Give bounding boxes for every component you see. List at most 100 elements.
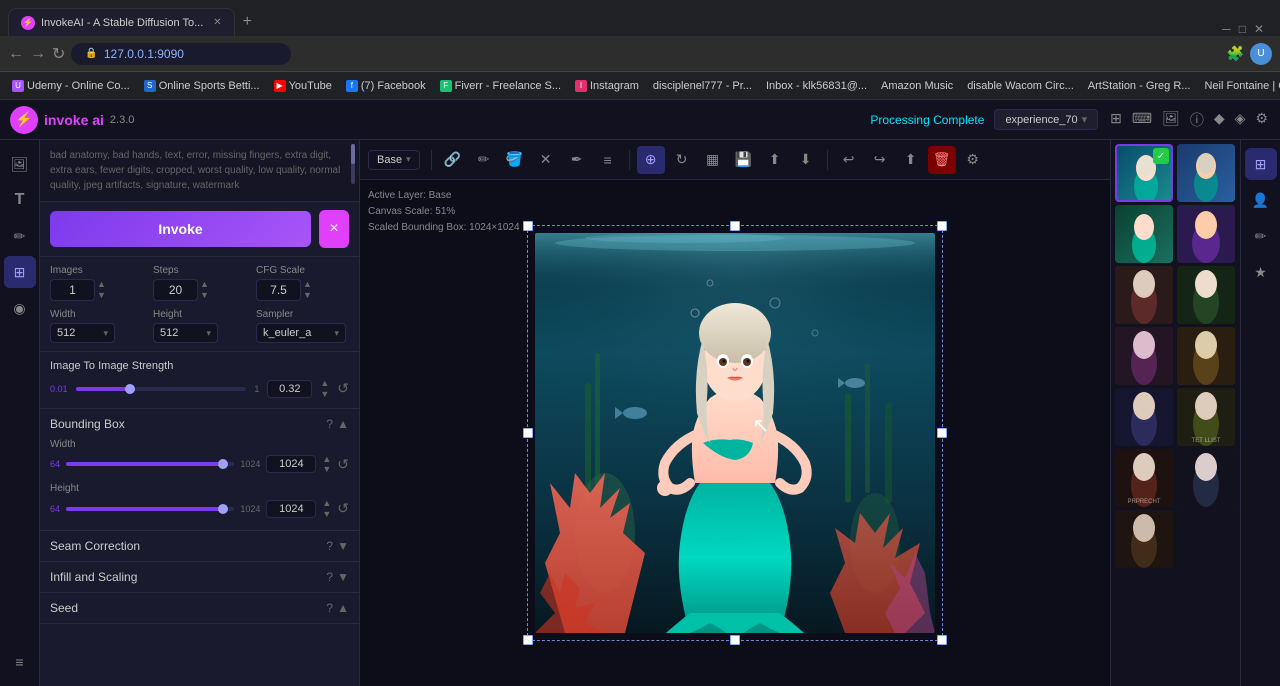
bookmark-inbox[interactable]: Inbox - klk56831@...: [760, 78, 873, 94]
bookmark-amazon[interactable]: Amazon Music: [875, 78, 959, 94]
toolbar-download-button[interactable]: ⬇: [792, 146, 820, 174]
cfg-input[interactable]: [256, 279, 301, 301]
header-monitor-icon[interactable]: ⊞: [1108, 108, 1124, 132]
seed-header[interactable]: Seed ? ▲: [40, 593, 359, 623]
active-tab[interactable]: ⚡ InvokeAI - A Stable Diffusion To... ✕: [8, 8, 235, 36]
bookmark-youtube[interactable]: ▶ YouTube: [268, 78, 338, 94]
gallery-thumb-11[interactable]: PRPRECHT: [1115, 449, 1173, 507]
seam-correction-header[interactable]: Seam Correction ? ▼: [40, 531, 359, 561]
bookmark-neil[interactable]: Neil Fontaine | CGS...: [1198, 78, 1280, 94]
infill-scaling-help-icon[interactable]: ?: [326, 570, 333, 584]
toolbar-pen-button[interactable]: ✒: [563, 146, 591, 174]
gallery-thumb-8[interactable]: [1177, 327, 1235, 385]
toolbar-layers-button[interactable]: ▦: [699, 146, 727, 174]
handle-bc[interactable]: [730, 635, 740, 645]
handle-br[interactable]: [937, 635, 947, 645]
toolbar-transform-button[interactable]: ⊕: [637, 146, 665, 174]
toolbar-undo-button[interactable]: ↩: [835, 146, 863, 174]
right-sidebar-gallery-btn[interactable]: ⊞: [1245, 148, 1277, 180]
sidebar-brush-btn[interactable]: ✏: [4, 220, 36, 252]
img2img-slider[interactable]: [76, 387, 247, 391]
gallery-thumb-2[interactable]: [1177, 144, 1235, 202]
right-sidebar-edit-btn[interactable]: ✏: [1245, 220, 1277, 252]
sidebar-image-btn[interactable]: 🖼: [4, 148, 36, 180]
minimize-button[interactable]: ─: [1222, 22, 1231, 36]
cancel-button[interactable]: ×: [319, 210, 349, 248]
img2img-stepper[interactable]: ▲ ▼: [320, 378, 329, 400]
gallery-thumb-12[interactable]: [1177, 449, 1235, 507]
bookmark-udemy[interactable]: U Udemy - Online Co...: [6, 78, 136, 94]
bookmark-facebook[interactable]: f (7) Facebook: [340, 78, 432, 94]
seed-collapse-icon[interactable]: ▲: [337, 601, 349, 615]
bookmark-artstation[interactable]: ArtStation - Greg R...: [1082, 78, 1197, 94]
canvas-viewport[interactable]: Active Layer: Base Canvas Scale: 51% Sca…: [360, 180, 1110, 686]
handle-ml[interactable]: [523, 428, 533, 438]
img2img-value-input[interactable]: [267, 380, 312, 398]
handle-bl[interactable]: [523, 635, 533, 645]
sidebar-node-btn[interactable]: ◉: [4, 292, 36, 324]
gallery-thumb-3[interactable]: [1115, 205, 1173, 263]
gallery-thumb-10[interactable]: TET LLIST: [1177, 388, 1235, 446]
nav-refresh-button[interactable]: ↻: [52, 44, 65, 64]
sidebar-text-btn[interactable]: T: [4, 184, 36, 216]
bb-height-input[interactable]: [266, 500, 316, 518]
bb-height-slider[interactable]: [66, 507, 234, 511]
infill-scaling-header[interactable]: Infill and Scaling ? ▼: [40, 562, 359, 592]
toolbar-copy-button[interactable]: ⬆: [761, 146, 789, 174]
toolbar-redo-button[interactable]: ↪: [866, 146, 894, 174]
bookmark-sports[interactable]: S Online Sports Betti...: [138, 78, 266, 94]
bookmark-instagram[interactable]: I Instagram: [569, 78, 645, 94]
toolbar-rotate-button[interactable]: ↻: [668, 146, 696, 174]
experience-dropdown[interactable]: experience_70 ▾: [994, 109, 1098, 130]
address-bar[interactable]: 🔒 127.0.0.1:9090: [71, 43, 291, 65]
images-input[interactable]: [50, 279, 95, 301]
header-info-icon[interactable]: ⓘ: [1188, 108, 1206, 132]
bb-width-input[interactable]: [266, 455, 316, 473]
sampler-select[interactable]: k_euler_a ▾: [256, 323, 346, 343]
header-settings-icon[interactable]: ⚙: [1253, 108, 1270, 132]
seam-correction-collapse-icon[interactable]: ▼: [337, 539, 349, 553]
steps-stepper[interactable]: ▲ ▼: [200, 279, 209, 301]
gallery-thumb-5[interactable]: [1115, 266, 1173, 324]
seed-help-icon[interactable]: ?: [326, 601, 333, 615]
gallery-thumb-7[interactable]: [1115, 327, 1173, 385]
bookmark-fiverr[interactable]: F Fiverr - Freelance S...: [434, 78, 567, 94]
handle-tc[interactable]: [730, 221, 740, 231]
header-discord-icon[interactable]: ◈: [1233, 108, 1248, 132]
extensions-icon[interactable]: 🧩: [1225, 43, 1246, 65]
toolbar-eraser-button[interactable]: ✕: [532, 146, 560, 174]
right-sidebar-person-btn[interactable]: 👤: [1245, 184, 1277, 216]
layer-select[interactable]: Base ▾: [368, 150, 420, 170]
toolbar-options-button[interactable]: ⚙: [959, 146, 987, 174]
toolbar-link-button[interactable]: 🔗: [439, 146, 467, 174]
bb-width-slider[interactable]: [66, 462, 234, 466]
close-window-button[interactable]: ✕: [1254, 22, 1264, 36]
header-github-icon[interactable]: ◆: [1212, 108, 1227, 132]
bookmark-disciple[interactable]: disciplenel777 - Pr...: [647, 78, 758, 94]
toolbar-fill-button[interactable]: 🪣: [501, 146, 529, 174]
bb-height-reset-button[interactable]: ↺: [337, 500, 349, 517]
seam-correction-help-icon[interactable]: ?: [326, 539, 333, 553]
gallery-thumb-4[interactable]: [1177, 205, 1235, 263]
bb-height-stepper[interactable]: ▲ ▼: [322, 498, 331, 520]
bounding-box-collapse-icon[interactable]: ▲: [337, 417, 349, 431]
invoke-button[interactable]: Invoke: [50, 211, 311, 247]
toolbar-save-button[interactable]: 💾: [730, 146, 758, 174]
images-stepper[interactable]: ▲ ▼: [97, 279, 106, 301]
gallery-thumb-9[interactable]: [1115, 388, 1173, 446]
handle-tr[interactable]: [937, 221, 947, 231]
toolbar-lines-button[interactable]: ≡: [594, 146, 622, 174]
bb-width-stepper[interactable]: ▲ ▼: [322, 454, 331, 476]
gallery-thumb-13[interactable]: [1115, 510, 1173, 568]
handle-mr[interactable]: [937, 428, 947, 438]
tab-close-button[interactable]: ✕: [213, 17, 221, 28]
toolbar-delete-button[interactable]: 🗑: [928, 146, 956, 174]
nav-back-button[interactable]: ←: [8, 45, 24, 63]
new-tab-button[interactable]: +: [235, 8, 260, 36]
maximize-button[interactable]: □: [1239, 22, 1246, 36]
sidebar-queue-btn[interactable]: ≡: [4, 646, 36, 678]
gallery-thumb-6[interactable]: [1177, 266, 1235, 324]
steps-input[interactable]: [153, 279, 198, 301]
profile-icon[interactable]: U: [1250, 43, 1272, 65]
width-select[interactable]: 512 ▾: [50, 323, 115, 343]
